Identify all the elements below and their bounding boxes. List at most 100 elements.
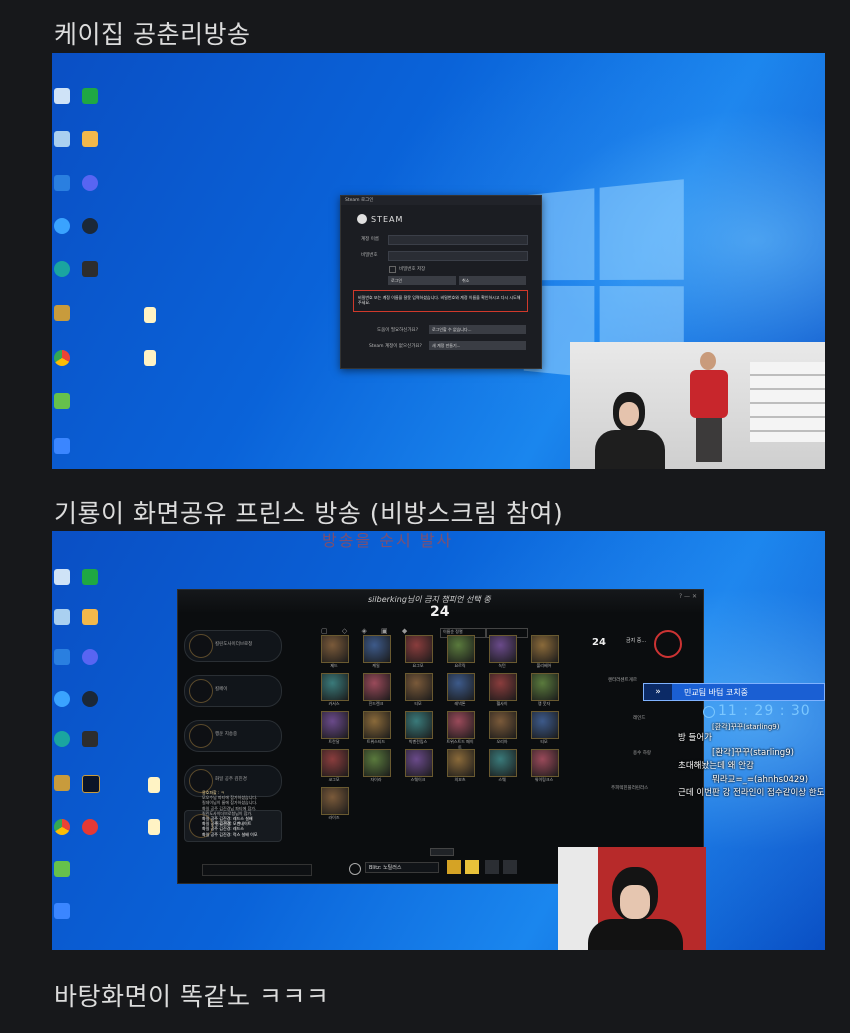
photoshop-icon[interactable] [82,569,98,585]
champion-name: 빅벤전립스 [408,739,428,744]
champion-portrait[interactable] [405,711,433,739]
role-filter-icons[interactable]: ▢ ◇ ◈ ▣ ◆ [321,627,413,635]
edge-icon[interactable] [54,731,70,747]
expand-button[interactable] [430,848,454,856]
pc-icon[interactable] [54,609,70,625]
champion-portrait[interactable] [321,787,349,815]
summoner-spell-dropdown[interactable]: Blitz: 노틸러스 [365,862,439,873]
champion-name: 오리아 [496,739,508,744]
cancel-button[interactable]: 취소 [459,276,526,285]
settings-icon[interactable] [503,860,517,874]
champion-name: 요그모 [412,663,424,668]
bluestacks-icon[interactable] [54,861,70,877]
champion-portrait[interactable] [405,749,433,777]
riot-client-icon[interactable] [82,609,98,625]
password-label: 비밀번호 [361,253,378,258]
cant-login-button[interactable]: 로그인할 수 없습니다... [429,325,526,334]
team-slot[interactable]: 킬린도사이더브로청 [184,630,282,662]
emote-icon[interactable] [485,860,499,874]
champion-name: 스웨이크 [410,777,426,782]
champion-portrait[interactable] [447,673,475,701]
champion-portrait[interactable] [447,749,475,777]
riot-client-icon[interactable] [82,131,98,147]
champion-portrait[interactable] [321,711,349,739]
password-input[interactable] [388,251,528,261]
recycle-bin-icon[interactable] [54,569,70,585]
chat-line: [환각]꾸꾸(starling9) [712,748,794,758]
teamviewer-icon[interactable] [54,175,70,191]
login-button[interactable]: 로그인 [388,276,456,285]
bluestacks-icon[interactable] [54,393,70,409]
champion-portrait[interactable] [405,635,433,663]
champion-portrait[interactable] [489,635,517,663]
person-standing [688,352,730,462]
champion-name: 의꼬츠 [454,777,466,782]
lol-icon[interactable] [54,775,70,791]
champion-portrait[interactable] [363,711,391,739]
champion-name: 워이링크스 [534,777,554,782]
champion-name: 자이라 [370,777,382,782]
champion-portrait[interactable] [405,673,433,701]
steam-icon[interactable] [82,218,98,234]
champion-portrait[interactable] [531,635,559,663]
chrome-icon[interactable] [54,819,70,835]
remember-checkbox[interactable] [389,266,396,273]
edge-icon[interactable] [54,261,70,277]
rune-icon[interactable] [349,863,361,875]
champion-portrait[interactable] [363,673,391,701]
enemy-label-1: 렌터러센트게르 [608,678,637,683]
champion-portrait[interactable] [489,711,517,739]
internet-explorer-icon[interactable] [54,691,70,707]
champion-portrait[interactable] [489,673,517,701]
pubg-icon[interactable] [82,731,98,747]
spell-ignite-icon[interactable] [465,860,479,874]
recycle-bin-icon[interactable] [54,88,70,104]
stream-clock: 11 : 29 : 30 [718,703,811,719]
bluestacks-x-icon[interactable] [54,903,70,919]
champion-portrait[interactable] [321,673,349,701]
champion-portrait[interactable] [531,673,559,701]
team-slot[interactable]: 킬페이 [184,675,282,707]
caption-bottom: 바탕화면이 똑같노 ㅋㅋㅋ [54,982,330,1011]
champion-portrait[interactable] [531,711,559,739]
champion-name: 스웨 [498,777,506,782]
chat-input[interactable] [202,864,312,876]
steam-titlebar: Steam 로그인 [341,196,541,205]
team-slot[interactable]: 행운 지송중 [184,720,282,752]
spell-flash-icon[interactable] [447,860,461,874]
champion-name: 트위스티드 [366,739,386,744]
champion-portrait[interactable] [447,711,475,739]
file-icon[interactable] [148,819,160,835]
create-account-button[interactable]: 새 계정 만들기... [429,341,526,350]
chrome-icon[interactable] [54,350,70,366]
window-controls[interactable]: ? — ✕ [679,593,697,600]
steam-icon[interactable] [82,691,98,707]
champion-portrait[interactable] [489,749,517,777]
pubg-icon[interactable] [82,261,98,277]
chevron-right-icon[interactable]: » [644,684,672,700]
account-name-input[interactable] [388,235,528,245]
file-icon[interactable] [148,777,160,793]
champion-portrait[interactable] [531,749,559,777]
coach-panel-title: 민교팀 바텀 코치중 [684,688,748,697]
champion-name: 카서스 [328,701,340,706]
champion-portrait[interactable] [447,635,475,663]
champion-portrait[interactable] [363,635,391,663]
champion-portrait[interactable] [321,635,349,663]
champion-portrait[interactable] [363,749,391,777]
file-icon[interactable] [144,350,156,366]
internet-explorer-icon[interactable] [54,218,70,234]
lol-icon[interactable] [54,305,70,321]
chat-line: 뭐라교=_=(ahnhs0429) [712,775,809,785]
app-icon[interactable] [82,819,98,835]
pc-icon[interactable] [54,131,70,147]
champion-portrait[interactable] [321,749,349,777]
champion-name: 코그모 [328,777,340,782]
teamviewer-icon[interactable] [54,649,70,665]
lol-launcher-icon[interactable] [82,775,100,793]
photoshop-icon[interactable] [82,88,98,104]
discord-icon[interactable] [82,649,98,665]
file-icon[interactable] [144,307,156,323]
bluestacks-x-icon[interactable] [54,438,70,454]
discord-icon[interactable] [82,175,98,191]
